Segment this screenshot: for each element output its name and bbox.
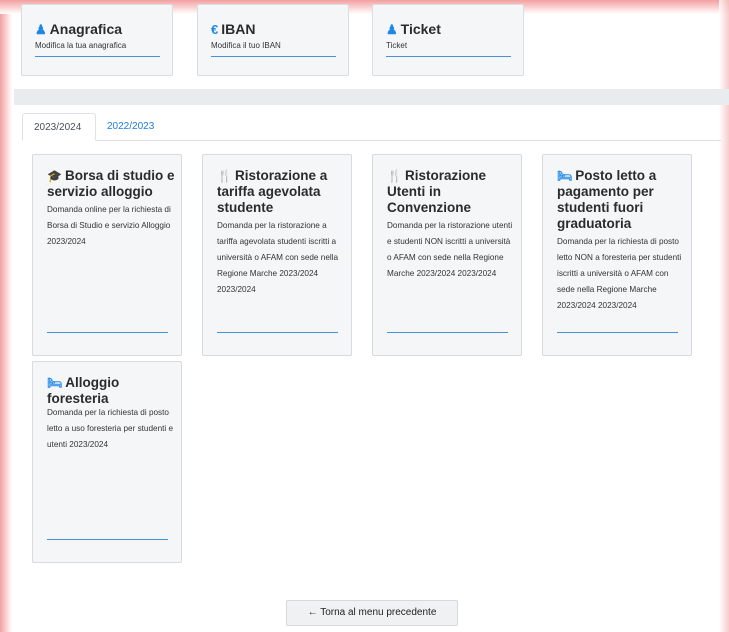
bed-icon: 🛏 bbox=[557, 169, 573, 183]
user-icon: ♟ bbox=[386, 22, 398, 37]
card-ristorazione-agevolata[interactable]: 🍴 Ristorazione a tariffa agevolata studen… bbox=[202, 154, 352, 356]
card-title: 🍴 Ristorazione Utenti in Convenzione bbox=[387, 168, 519, 216]
graduation-cap-icon: 🎓 bbox=[47, 169, 62, 183]
card-title-text: IBAN bbox=[221, 21, 256, 37]
bed-icon: 🛏 bbox=[47, 376, 63, 390]
card-title: € IBAN bbox=[211, 21, 255, 37]
card-ristorazione-convenzione[interactable]: 🍴 Ristorazione Utenti in Convenzione Doma… bbox=[372, 154, 522, 356]
tab-2022-2023[interactable]: 2022/2023 bbox=[96, 113, 165, 141]
card-divider bbox=[35, 56, 160, 57]
card-title: ♟ Anagrafica bbox=[35, 21, 122, 38]
card-title: ♟ Ticket bbox=[386, 21, 441, 38]
card-divider bbox=[47, 332, 168, 333]
card-title: 🍴 Ristorazione a tariffa agevolata studen… bbox=[217, 168, 349, 216]
card-divider bbox=[47, 539, 168, 540]
card-borsa-di-studio[interactable]: 🎓 Borsa di studio e servizio alloggio Dom… bbox=[32, 154, 182, 356]
arrow-left-icon: ← bbox=[307, 607, 318, 618]
card-iban[interactable]: € IBAN Modifica il tuo IBAN bbox=[197, 4, 349, 76]
card-ticket[interactable]: ♟ Ticket Ticket bbox=[372, 4, 524, 76]
card-title: 🎓 Borsa di studio e servizio alloggio bbox=[47, 168, 179, 200]
card-description: Domanda per la ristorazione utenti e stu… bbox=[387, 221, 513, 278]
card-description: Domanda per la richiesta di posto letto … bbox=[557, 237, 682, 310]
card-divider bbox=[557, 332, 678, 333]
card-subtitle: Ticket bbox=[386, 41, 408, 50]
card-divider bbox=[211, 56, 336, 57]
card-title-text: Anagrafica bbox=[49, 21, 123, 37]
back-to-menu-button[interactable]: ← Torna al menu precedente bbox=[286, 600, 458, 626]
card-title-text: Ristorazione a tariffa agevolata student… bbox=[217, 168, 328, 215]
section-separator bbox=[14, 89, 729, 105]
card-subtitle: Modifica la tua anagrafica bbox=[35, 41, 127, 50]
window-shadow-left bbox=[0, 0, 12, 632]
user-icon: ♟ bbox=[35, 22, 47, 37]
card-title: 🛏 Posto letto a pagamento per studenti fu… bbox=[557, 168, 689, 232]
card-divider bbox=[217, 332, 338, 333]
card-divider bbox=[387, 332, 508, 333]
utensils-icon: 🍴 bbox=[387, 169, 402, 183]
card-alloggio-foresteria[interactable]: 🛏 Alloggio foresteria Domanda per la rich… bbox=[32, 361, 182, 563]
card-title: 🛏 Alloggio foresteria bbox=[47, 375, 179, 407]
card-description: Domanda per la richiesta di posto letto … bbox=[47, 408, 174, 449]
card-anagrafica[interactable]: ♟ Anagrafica Modifica la tua anagrafica bbox=[21, 4, 173, 76]
card-title-text: Borsa di studio e servizio alloggio bbox=[47, 168, 175, 199]
card-subtitle: Modifica il tuo IBAN bbox=[211, 41, 281, 50]
tab-2023-2024[interactable]: 2023/2024 bbox=[22, 113, 96, 141]
card-title-text: Ticket bbox=[400, 21, 441, 37]
euro-icon: € bbox=[211, 22, 219, 37]
back-button-label: Torna al menu precedente bbox=[320, 607, 437, 618]
card-description: Domanda per la ristorazione a tariffa ag… bbox=[217, 221, 339, 294]
utensils-icon: 🍴 bbox=[217, 169, 232, 183]
card-divider bbox=[386, 56, 511, 57]
card-posto-letto[interactable]: 🛏 Posto letto a pagamento per studenti fu… bbox=[542, 154, 692, 356]
tabs-border bbox=[96, 140, 721, 141]
card-description: Domanda online per la richiesta di Borsa… bbox=[47, 205, 171, 246]
